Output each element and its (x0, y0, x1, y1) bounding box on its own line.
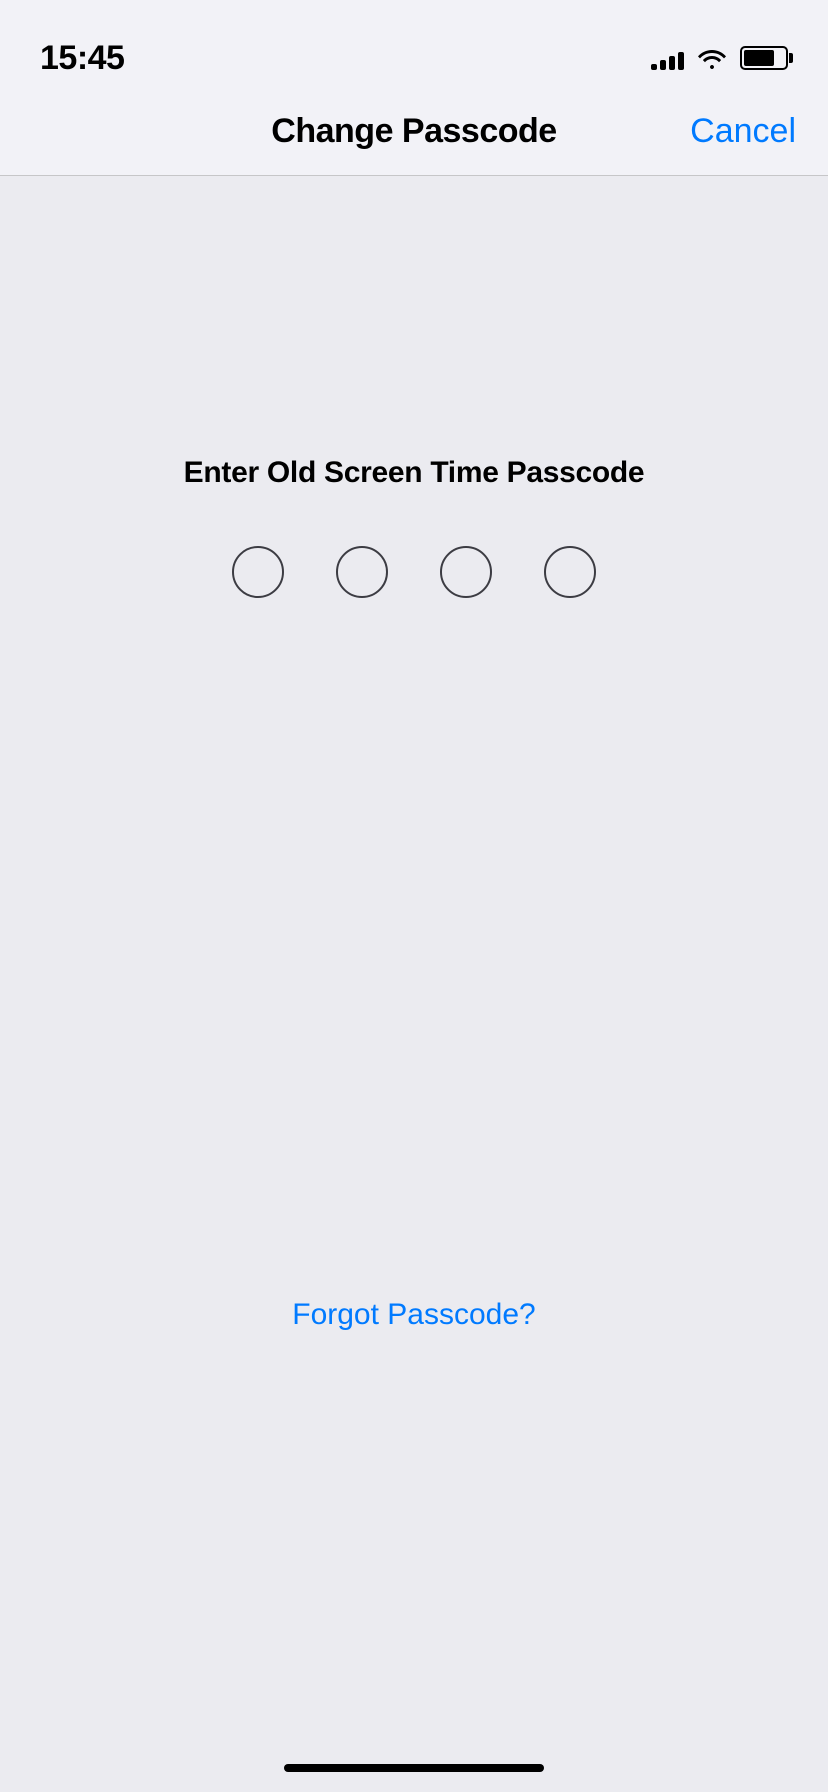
status-time: 15:45 (40, 39, 124, 78)
status-icons (651, 46, 788, 70)
home-indicator (284, 1764, 544, 1772)
page-title: Change Passcode (271, 112, 556, 151)
passcode-dot-3 (440, 546, 492, 598)
passcode-dot-2 (336, 546, 388, 598)
signal-icon (651, 46, 684, 70)
wifi-icon (698, 47, 726, 69)
passcode-section: Enter Old Screen Time Passcode (184, 456, 645, 598)
status-bar: 15:45 (0, 0, 828, 88)
cancel-button[interactable]: Cancel (690, 112, 796, 151)
nav-bar: Change Passcode Cancel (0, 88, 828, 176)
passcode-prompt: Enter Old Screen Time Passcode (184, 456, 645, 490)
passcode-dot-1 (232, 546, 284, 598)
main-content: Enter Old Screen Time Passcode Forgot Pa… (0, 176, 828, 1792)
forgot-passcode-button[interactable]: Forgot Passcode? (292, 1298, 535, 1332)
passcode-dots (232, 546, 596, 598)
passcode-dot-4 (544, 546, 596, 598)
battery-icon (740, 46, 788, 70)
